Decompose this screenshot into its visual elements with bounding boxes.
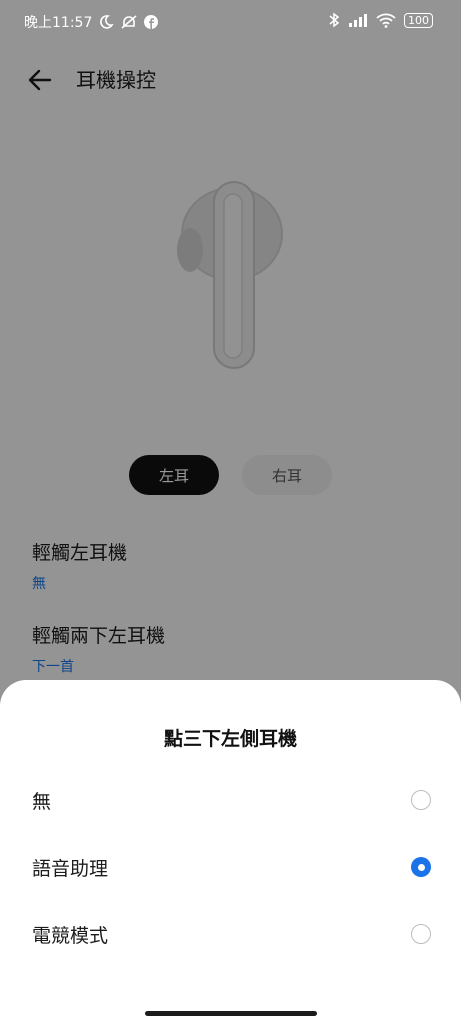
radio-button-selected[interactable] xyxy=(411,857,431,877)
option-label: 電競模式 xyxy=(32,924,109,947)
radio-button[interactable] xyxy=(411,790,431,810)
moon-icon xyxy=(98,14,115,30)
signal-icon xyxy=(348,13,368,27)
bottom-sheet: 點三下左側耳機 無 語音助理 電競模式 xyxy=(0,680,461,1024)
battery-icon: 100 xyxy=(404,12,433,28)
status-bar: 晚上11:57 100 xyxy=(0,0,461,44)
bluetooth-icon xyxy=(328,12,340,28)
home-indicator[interactable] xyxy=(145,1011,317,1016)
option-voice-assistant[interactable]: 語音助理 xyxy=(0,837,461,897)
option-label: 無 xyxy=(32,790,52,813)
radio-button[interactable] xyxy=(411,924,431,944)
option-gaming-mode[interactable]: 電競模式 xyxy=(0,904,461,964)
status-time: 晚上11:57 xyxy=(24,15,93,31)
option-label: 語音助理 xyxy=(32,857,109,880)
facebook-icon xyxy=(144,15,159,29)
wifi-icon xyxy=(376,12,396,28)
option-none[interactable]: 無 xyxy=(0,770,461,830)
mute-icon xyxy=(120,14,138,30)
sheet-title: 點三下左側耳機 xyxy=(163,728,297,750)
